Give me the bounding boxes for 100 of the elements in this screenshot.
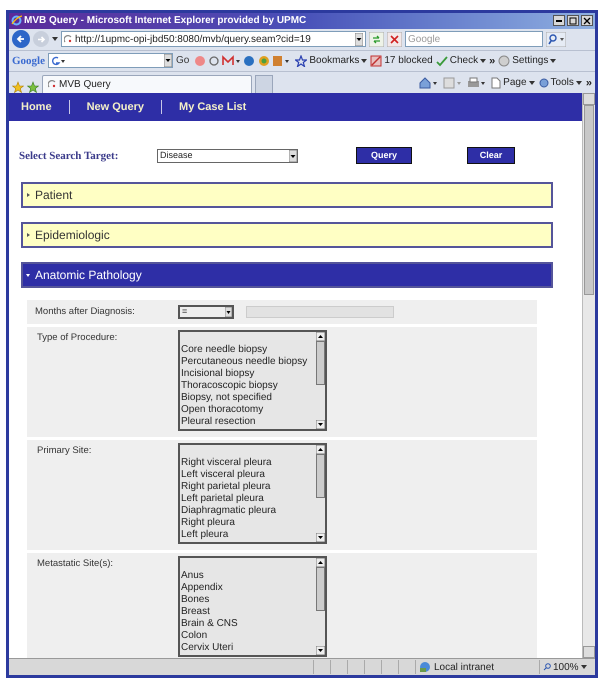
add-favorite-icon[interactable]	[27, 80, 39, 93]
overflow-chevron[interactable]: »	[489, 52, 496, 70]
action-button[interactable]: Clear	[467, 147, 515, 164]
list-option[interactable]: Bones	[180, 594, 316, 606]
forward-arrow-icon	[36, 34, 46, 44]
collapsed-caret-icon	[26, 192, 30, 197]
multi-select-list[interactable]: Anus Appendix Bones Breast Brain & CNS Colon Cervix Uteri	[178, 556, 327, 657]
list-option[interactable]: Colon	[180, 630, 316, 642]
list-option[interactable]: Brain & CNS	[180, 618, 316, 630]
google-logo: Google	[12, 54, 45, 69]
collapsed-caret-icon	[26, 232, 30, 237]
list-option[interactable]: Left pleura	[180, 528, 316, 541]
section-header[interactable]: Patient	[21, 182, 553, 208]
search-icon[interactable]	[546, 32, 566, 47]
browser-logo-icon	[11, 15, 22, 26]
list-option[interactable]: Biopsy, not specified	[180, 392, 316, 404]
blocked-button[interactable]: 17 blocked	[370, 53, 433, 68]
list-option[interactable]: Right parietal pleura	[180, 480, 316, 493]
list-option[interactable]: Left visceral pleura	[180, 468, 316, 481]
scroll-thumb[interactable]	[316, 454, 325, 498]
scrollbar[interactable]	[582, 92, 595, 658]
list-option[interactable]: Thoracoscopic biopsy	[180, 380, 316, 392]
home-icon[interactable]	[419, 76, 440, 89]
field-label: Type of Procedure:	[36, 330, 118, 345]
favorites-star-icon[interactable]	[12, 80, 24, 93]
list-option[interactable]: Cervix Uteri	[180, 642, 316, 654]
window-title: MVB Query - Microsoft Internet Explorer provided by UPMC	[24, 14, 308, 28]
dropdown-caret-icon	[550, 58, 556, 63]
dropdown-caret-icon[interactable]	[355, 32, 363, 46]
list-option[interactable]: Right pleura	[180, 516, 316, 529]
minimize-button[interactable]	[553, 15, 565, 26]
magnifier-icon	[543, 663, 551, 671]
dropdown-caret-icon	[225, 306, 232, 317]
dropdown-caret-icon[interactable]	[52, 37, 58, 42]
dropdown-caret-icon[interactable]	[164, 54, 172, 68]
multi-select-list[interactable]: Right visceral pleura Left visceral pleura Right parietal pleura Left parietal pleura Diaphragmatic pleura Right pleura Left pleura	[178, 442, 327, 544]
page-icon	[491, 76, 502, 89]
dropdown-caret-icon	[480, 58, 486, 63]
tools-menu-button[interactable]: Tools	[538, 75, 582, 90]
search-target-label: Select Search Target:	[19, 148, 120, 164]
go-button[interactable]: Go	[176, 53, 190, 68]
overflow-chevron[interactable]: »	[586, 74, 592, 92]
check-button[interactable]: Check	[436, 53, 486, 68]
dropdown-caret-icon	[289, 150, 297, 162]
nav-link[interactable]: New Query	[86, 98, 144, 116]
multi-select-list[interactable]: Core needle biopsy Percutaneous needle biopsy Incisional biopsy Thoracoscopic biopsy Biopsy, not specified Open thoracotomy Pleural resection	[178, 330, 327, 431]
search-field[interactable]: Google	[405, 31, 543, 48]
address-field[interactable]: http://1upmc-opi-jbd50:8080/mvb/query.seam?cid=19	[61, 31, 366, 48]
nav-link[interactable]: Home	[21, 98, 52, 116]
nav-link[interactable]: My Case List	[179, 98, 246, 116]
network-globe-icon	[419, 661, 431, 673]
close-button[interactable]	[581, 15, 593, 26]
field-label: Months after Diagnosis:	[35, 304, 136, 319]
value-field[interactable]	[246, 306, 394, 318]
scroll-down-icon	[316, 420, 325, 429]
list-option[interactable]: Diaphragmatic pleura	[180, 504, 316, 517]
scroll-thumb[interactable]	[316, 566, 325, 611]
zoom-button[interactable]: 100%	[539, 660, 595, 674]
list-option[interactable]: Right visceral pleura	[180, 456, 316, 469]
list-option[interactable]: Percutaneous needle biopsy	[180, 356, 316, 368]
close-icon	[583, 16, 591, 25]
operator-select[interactable]: =	[178, 304, 234, 319]
list-option[interactable]: Pleural resection	[180, 416, 316, 428]
google-g-icon	[51, 56, 65, 66]
scroll-up-icon	[316, 444, 325, 454]
section-header[interactable]: Anatomic Pathology	[21, 262, 553, 288]
scroll-thumb[interactable]	[316, 340, 325, 385]
scroll-up-icon	[316, 558, 325, 567]
list-option[interactable]: Incisional biopsy	[180, 368, 316, 380]
bookmarks-button[interactable]: Bookmarks	[295, 53, 368, 68]
section-header[interactable]: Epidemiologic	[21, 222, 553, 248]
list-option[interactable]: Breast	[180, 606, 316, 618]
settings-button[interactable]: Settings	[498, 53, 556, 68]
list-option[interactable]: Left parietal pleura	[180, 492, 316, 505]
list-option[interactable]: Anus	[180, 570, 316, 582]
security-zone-text: Local intranet	[434, 660, 494, 674]
maximize-button[interactable]	[567, 15, 579, 26]
browser-tab[interactable]: MVB Query	[42, 74, 252, 93]
back-button[interactable]	[12, 30, 30, 48]
minimize-icon	[556, 20, 562, 22]
star-icon	[295, 54, 308, 67]
stop-icon[interactable]	[387, 32, 402, 47]
list-option[interactable]: Core needle biopsy	[180, 344, 316, 356]
scroll-down-icon	[316, 532, 325, 542]
print-icon[interactable]	[467, 76, 488, 89]
checkmark-icon	[436, 54, 448, 67]
scroll-down-icon	[316, 646, 325, 655]
list-option[interactable]: Open thoracotomy	[180, 404, 316, 416]
field-label: Primary Site:	[36, 444, 92, 458]
dropdown-caret-icon	[528, 80, 535, 85]
action-button[interactable]: Query	[356, 147, 412, 164]
dropdown-caret-icon	[580, 665, 587, 669]
search-target-select[interactable]: Disease	[157, 148, 298, 163]
scroll-up-icon	[316, 332, 325, 341]
refresh-icon[interactable]	[369, 32, 384, 47]
page-menu-button[interactable]: Page	[491, 75, 535, 90]
toolbar-search-field[interactable]	[48, 53, 173, 68]
settings-icon	[498, 54, 510, 67]
dropdown-caret-icon	[576, 80, 582, 85]
list-option[interactable]: Appendix	[180, 582, 316, 594]
